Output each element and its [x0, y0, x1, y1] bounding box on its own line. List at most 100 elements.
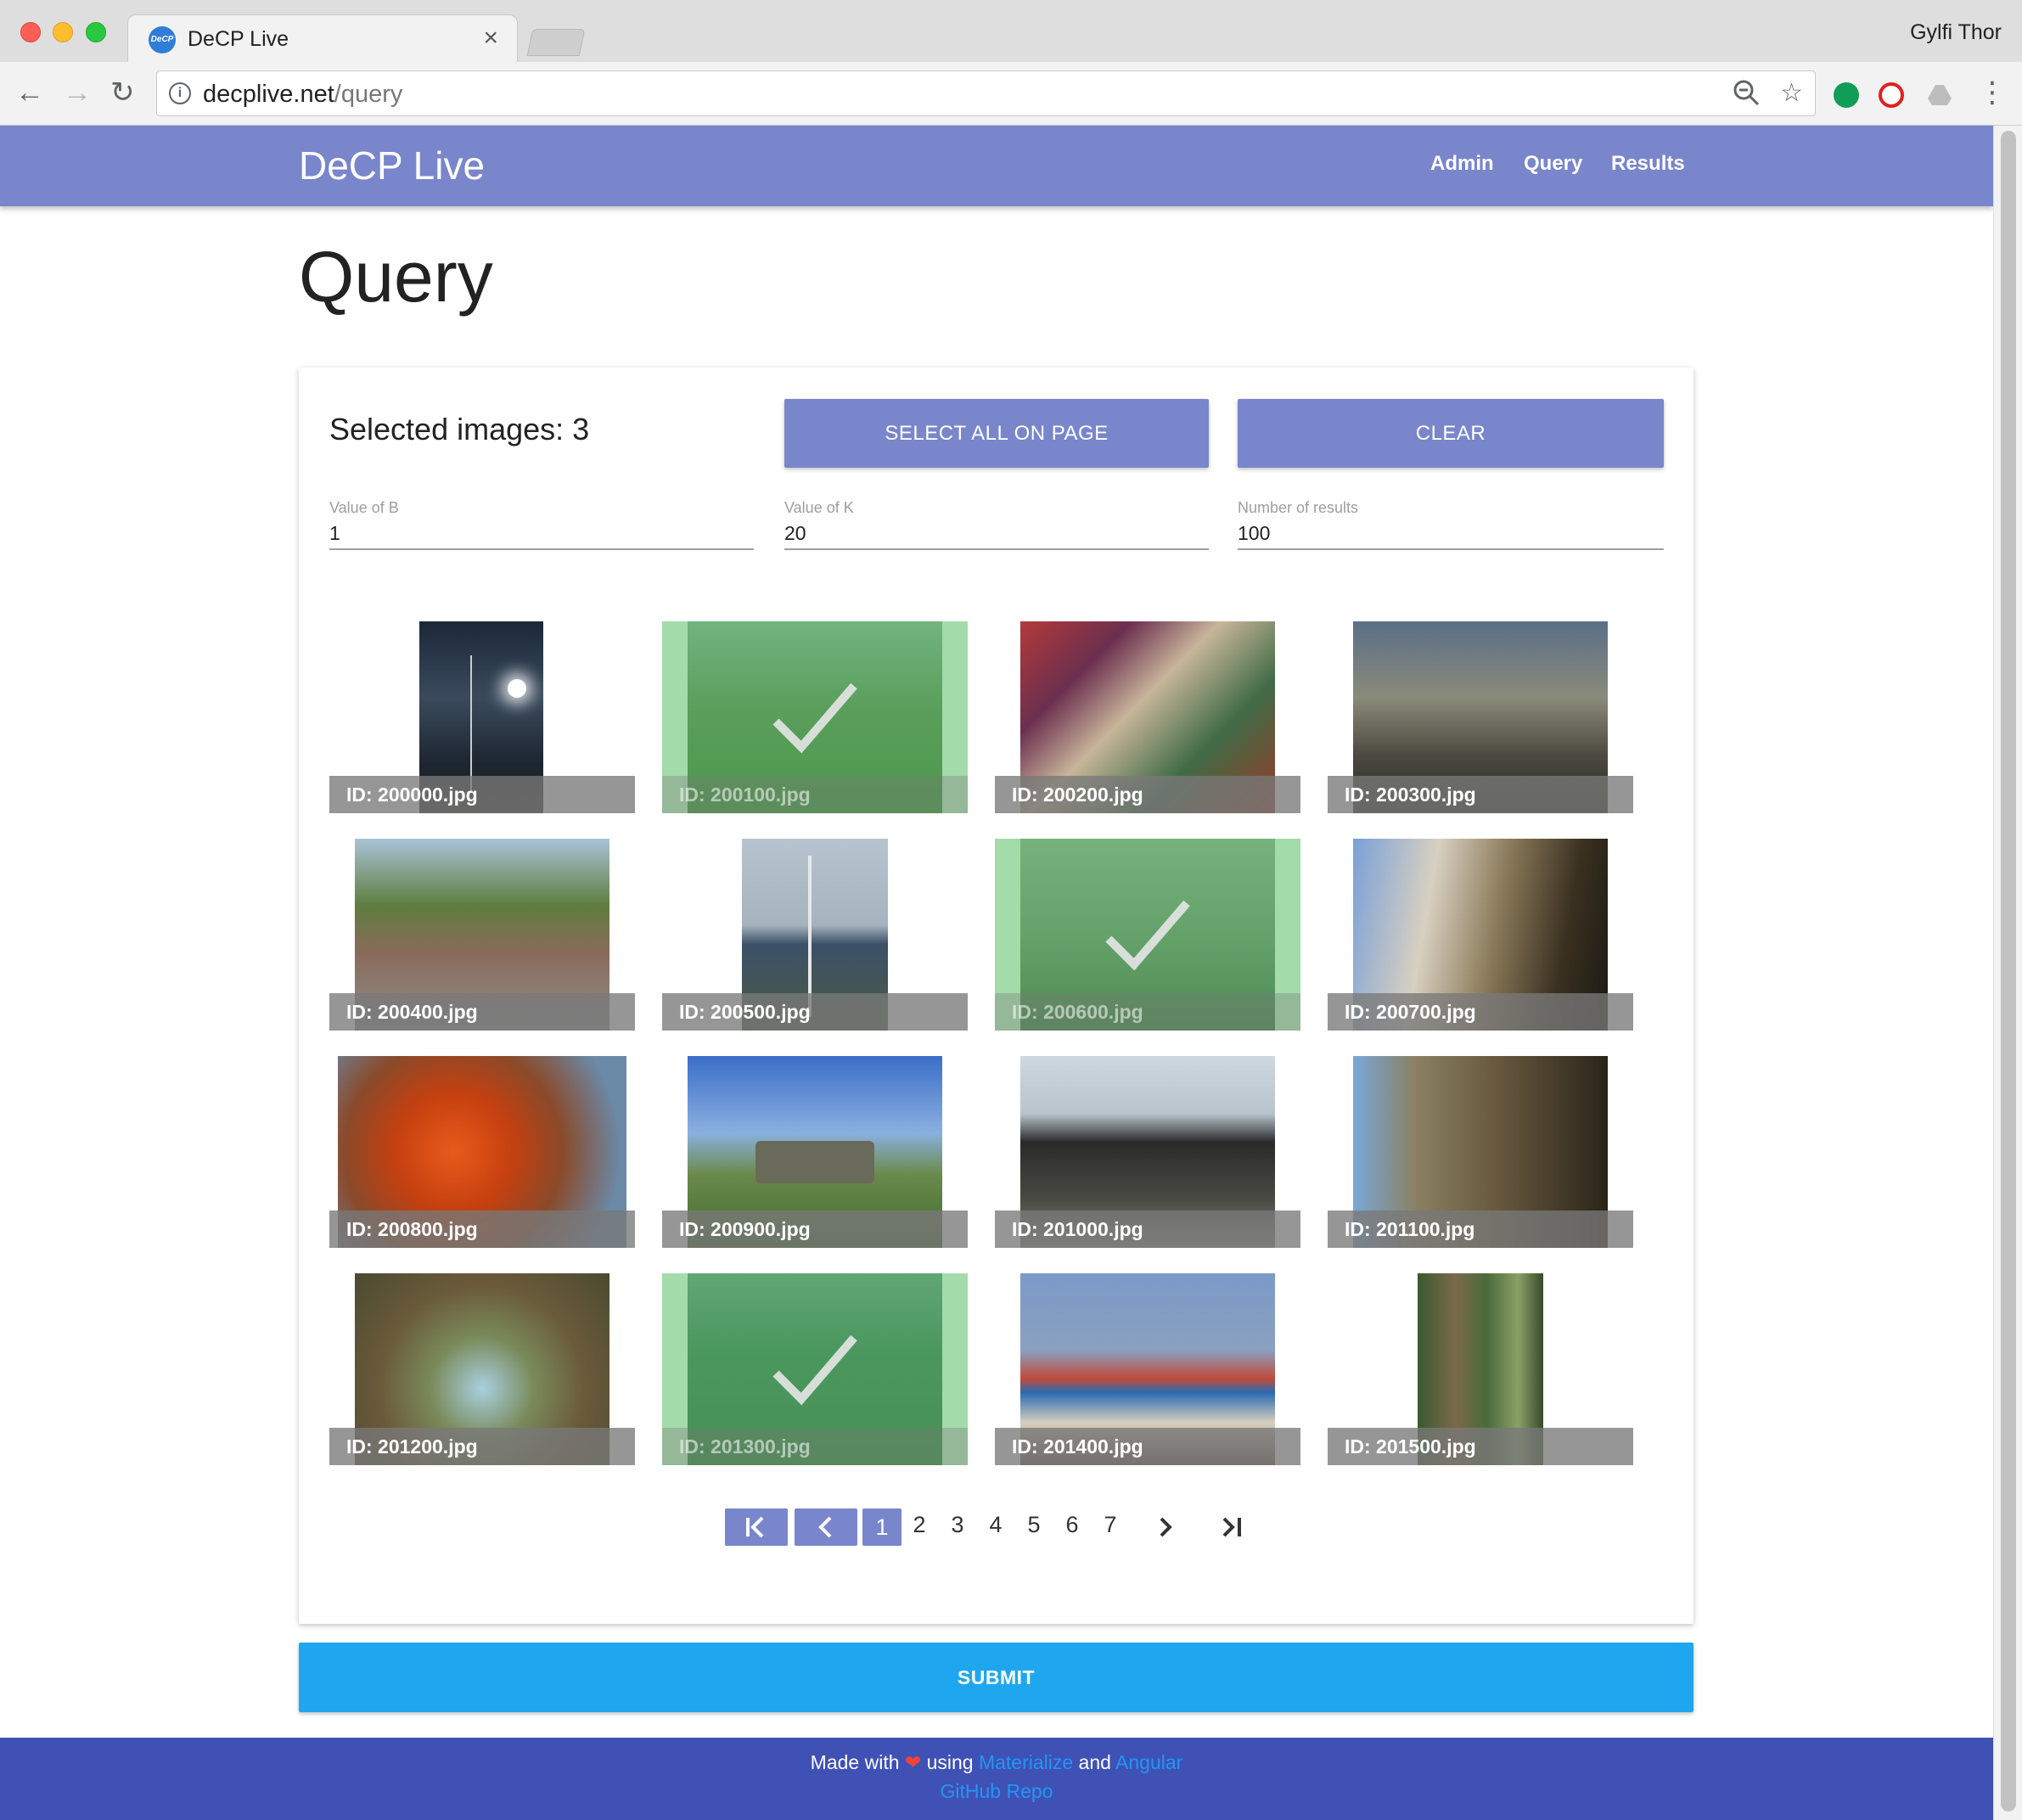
page-5-button[interactable]: 5	[1021, 1512, 1047, 1538]
footer-repo-line: GitHub Repo	[0, 1780, 1993, 1803]
image-tile[interactable]: ID: 201100.jpg	[1328, 1056, 1633, 1248]
page-3-button[interactable]: 3	[945, 1512, 970, 1538]
browser-titlebar: DeCP DeCP Live × Gylfi Thor	[0, 0, 2022, 62]
new-tab-button[interactable]	[526, 29, 586, 56]
num-results-field[interactable]: Number of results 100	[1238, 499, 1664, 550]
site-info-icon[interactable]: i	[169, 82, 191, 104]
image-id-label: ID: 201200.jpg	[329, 1428, 635, 1465]
nav-link-results[interactable]: Results	[1611, 152, 1685, 176]
browser-tab-active[interactable]: DeCP DeCP Live ×	[127, 14, 518, 62]
image-id-label: ID: 200900.jpg	[662, 1211, 968, 1248]
angular-link[interactable]: Angular	[1115, 1751, 1182, 1773]
image-id-label: ID: 201100.jpg	[1328, 1211, 1633, 1248]
scrollbar-thumb[interactable]	[2001, 131, 2016, 1812]
footer-using: using	[926, 1751, 974, 1773]
value-k-input[interactable]: 20	[784, 522, 806, 545]
page-7-button[interactable]: 7	[1098, 1512, 1123, 1538]
image-tile[interactable]: ID: 201500.jpg	[1328, 1273, 1633, 1465]
value-b-field[interactable]: Value of B 1	[329, 499, 754, 550]
url-text: decplive.net/query	[203, 81, 402, 109]
footer: Made with ❤ using Materialize and Angula…	[0, 1738, 1993, 1820]
bookmark-star-icon[interactable]: ☆	[1780, 78, 1803, 108]
image-id-label: ID: 201400.jpg	[995, 1428, 1300, 1465]
window-zoom-button[interactable]	[86, 22, 106, 42]
next-page-button[interactable]	[1146, 1508, 1183, 1546]
page-title: Query	[299, 237, 493, 317]
selected-count: Selected images: 3	[329, 412, 590, 447]
extension-adblock-icon[interactable]	[1879, 82, 1904, 108]
image-tile[interactable]: ID: 200100.jpg	[662, 621, 968, 813]
image-id-label: ID: 200500.jpg	[662, 993, 968, 1031]
checkmark-icon	[1105, 900, 1190, 971]
page-1-button[interactable]: 1	[862, 1508, 901, 1546]
pagination: 1 2 3 4 5 6 7	[299, 1508, 1693, 1548]
menu-kebab-icon[interactable]: ⋮	[1978, 76, 2007, 110]
app-navbar: DeCP Live Admin Query Results	[0, 126, 1993, 206]
image-id-label: ID: 200100.jpg	[662, 776, 968, 813]
last-page-icon	[1222, 1517, 1241, 1537]
footer-and: and	[1078, 1751, 1111, 1773]
value-b-label: Value of B	[329, 499, 399, 516]
prev-page-button[interactable]	[795, 1508, 857, 1546]
image-tile[interactable]: ID: 201200.jpg	[329, 1273, 635, 1465]
url-path: /query	[334, 81, 403, 108]
address-bar[interactable]: i decplive.net/query ☆	[156, 70, 1816, 116]
image-id-label: ID: 200600.jpg	[995, 993, 1300, 1031]
window-close-button[interactable]	[20, 22, 41, 42]
checkmark-icon	[772, 682, 857, 754]
materialize-link[interactable]: Materialize	[979, 1751, 1073, 1773]
page-4-button[interactable]: 4	[983, 1512, 1008, 1538]
select-all-button[interactable]: SELECT ALL ON PAGE	[784, 399, 1209, 468]
num-results-label: Number of results	[1238, 499, 1359, 516]
query-card: Selected images: 3 SELECT ALL ON PAGE CL…	[299, 368, 1693, 1624]
tab-close-icon[interactable]: ×	[483, 24, 498, 53]
forward-arrow-icon[interactable]: →	[63, 76, 92, 110]
image-id-label: ID: 200800.jpg	[329, 1211, 635, 1248]
zoom-icon[interactable]	[1732, 78, 1761, 114]
image-id-label: ID: 200000.jpg	[329, 776, 635, 813]
checkmark-icon	[772, 1334, 857, 1406]
image-tile[interactable]: ID: 200000.jpg	[329, 621, 635, 813]
num-results-input[interactable]: 100	[1238, 522, 1270, 545]
heart-icon: ❤	[904, 1751, 922, 1773]
clear-button[interactable]: CLEAR	[1238, 399, 1664, 468]
profile-name[interactable]: Gylfi Thor	[1910, 20, 2002, 45]
value-b-input[interactable]: 1	[329, 522, 340, 545]
page-2-button[interactable]: 2	[907, 1512, 932, 1538]
reload-icon[interactable]: ↻	[110, 76, 135, 110]
first-page-button[interactable]	[725, 1508, 788, 1546]
image-id-label: ID: 200300.jpg	[1328, 776, 1633, 813]
page-scrollbar[interactable]	[1993, 126, 2022, 1820]
image-tile[interactable]: ID: 200700.jpg	[1328, 839, 1633, 1031]
value-k-field[interactable]: Value of K 20	[784, 499, 1209, 550]
nav-link-admin[interactable]: Admin	[1430, 152, 1494, 176]
extension-green-icon[interactable]	[1834, 82, 1859, 108]
image-tile[interactable]: ID: 201400.jpg	[995, 1273, 1300, 1465]
page-6-button[interactable]: 6	[1059, 1512, 1085, 1538]
first-page-icon	[746, 1516, 764, 1538]
image-tile[interactable]: ID: 200800.jpg	[329, 1056, 635, 1248]
back-arrow-icon[interactable]: ←	[15, 76, 44, 110]
footer-credits: Made with ❤ using Materialize and Angula…	[0, 1751, 1993, 1774]
image-tile[interactable]: ID: 201300.jpg	[662, 1273, 968, 1465]
image-tile[interactable]: ID: 200900.jpg	[662, 1056, 968, 1248]
image-tile[interactable]: ID: 200600.jpg	[995, 839, 1300, 1031]
github-repo-link[interactable]: GitHub Repo	[941, 1780, 1053, 1802]
nav-link-query[interactable]: Query	[1524, 152, 1582, 176]
image-tile[interactable]: ID: 200400.jpg	[329, 839, 635, 1031]
footer-made-with: Made with	[810, 1751, 900, 1773]
image-tile[interactable]: ID: 200300.jpg	[1328, 621, 1633, 813]
image-id-label: ID: 200200.jpg	[995, 776, 1300, 813]
image-tile[interactable]: ID: 201000.jpg	[995, 1056, 1300, 1248]
value-k-label: Value of K	[784, 499, 854, 516]
image-tile[interactable]: ID: 200500.jpg	[662, 839, 968, 1031]
submit-button[interactable]: SUBMIT	[299, 1643, 1693, 1712]
last-page-button[interactable]	[1214, 1508, 1256, 1546]
extension-drive-icon[interactable]	[1927, 82, 1952, 108]
image-id-label: ID: 201000.jpg	[995, 1211, 1300, 1248]
favicon-icon: DeCP	[149, 26, 176, 53]
brand-logo[interactable]: DeCP Live	[299, 143, 485, 188]
window-minimize-button[interactable]	[53, 22, 73, 42]
image-grid: ID: 200000.jpg ID: 200100.jpg ID: 200200…	[329, 621, 1654, 1465]
image-tile[interactable]: ID: 200200.jpg	[995, 621, 1300, 813]
